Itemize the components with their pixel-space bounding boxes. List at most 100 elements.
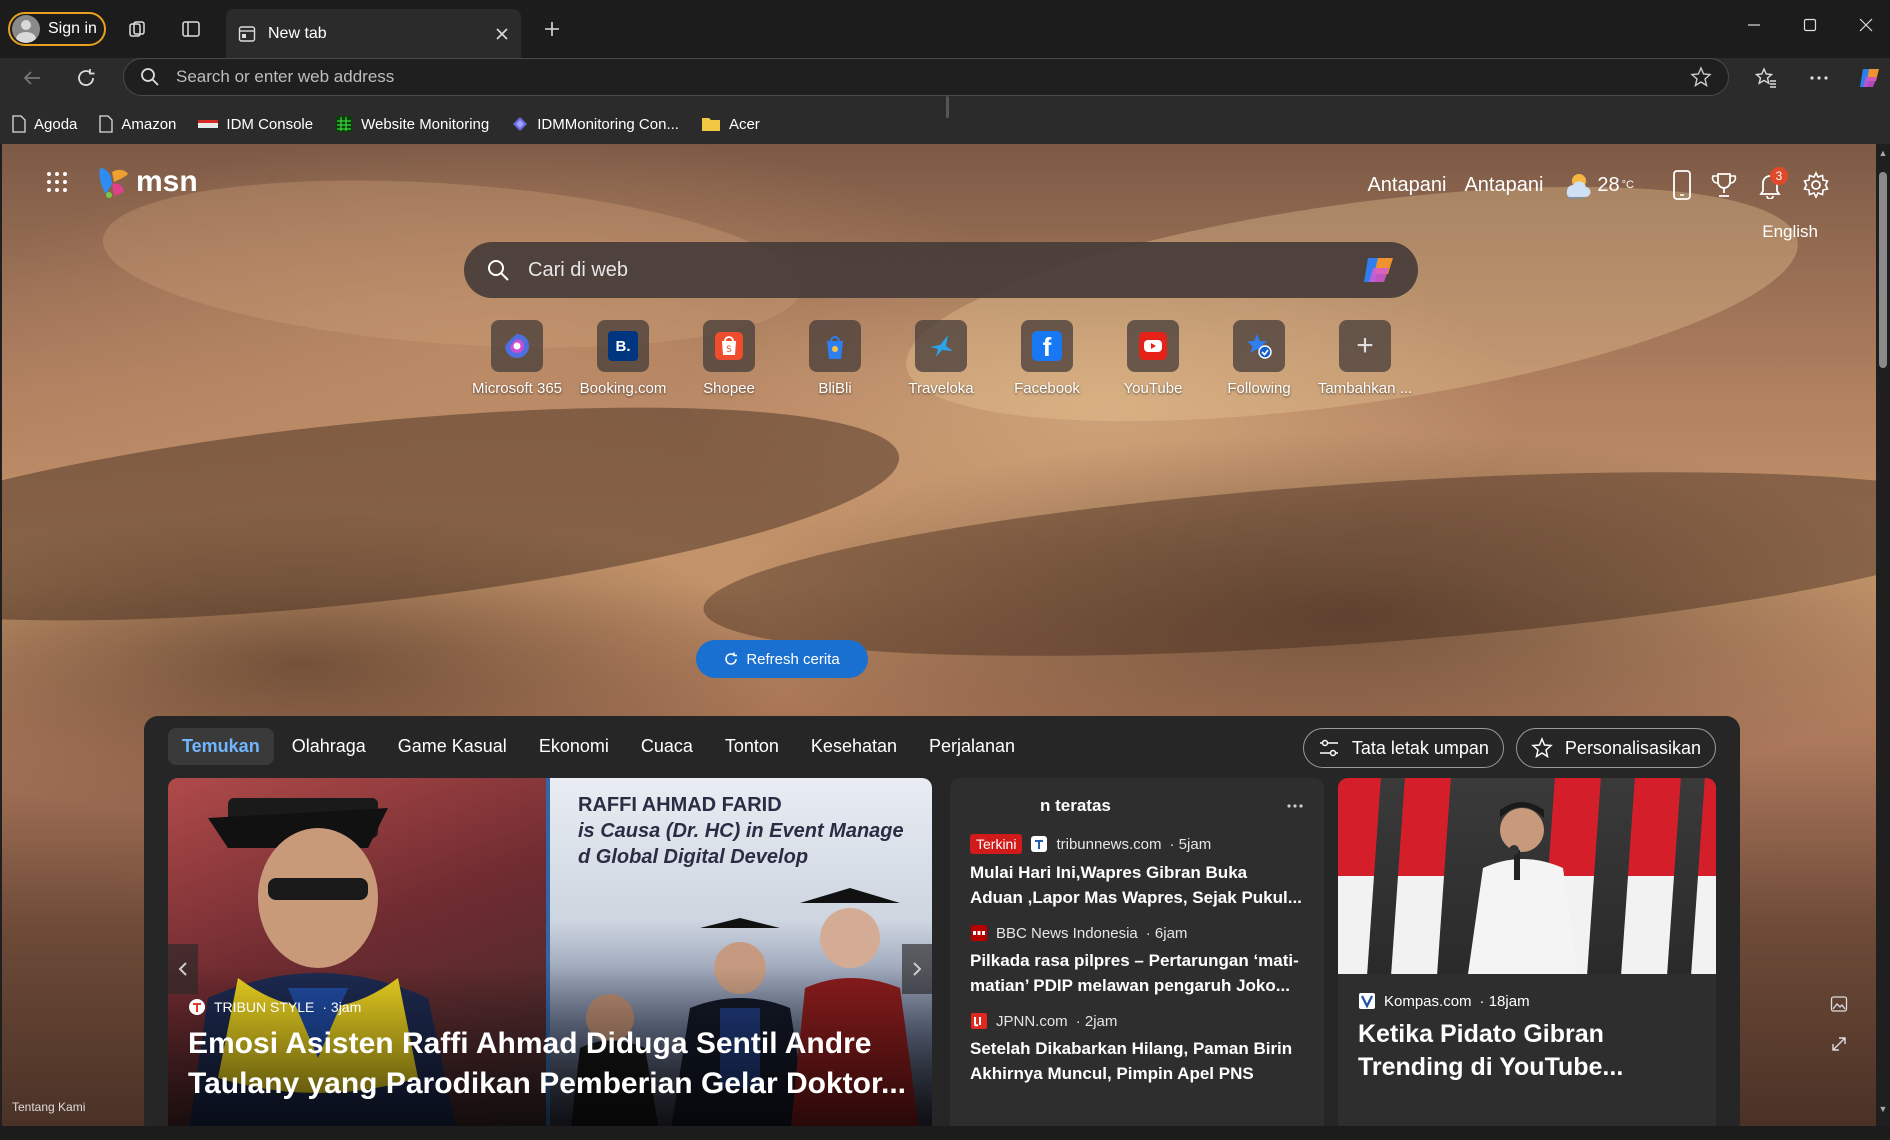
search-placeholder: Cari di web: [528, 258, 629, 281]
favorite-star-icon[interactable]: [1690, 66, 1712, 88]
search-icon: [486, 258, 510, 282]
rewards-trophy-icon[interactable]: [1710, 171, 1738, 199]
close-tab-icon[interactable]: [495, 27, 509, 41]
tab-ekonomi[interactable]: Ekonomi: [525, 728, 623, 765]
feed-layout-label: Tata letak umpan: [1351, 737, 1489, 758]
news-title[interactable]: Mulai Hari Ini,Wapres Gibran Buka Aduan …: [970, 860, 1304, 910]
tab-tonton[interactable]: Tonton: [711, 728, 793, 765]
location-label-secondary[interactable]: Antapani: [1464, 174, 1543, 197]
background-image-icon[interactable]: [1830, 995, 1848, 1013]
temperature-value: 28: [1597, 173, 1620, 196]
about-link[interactable]: Tentang Kami: [12, 1100, 85, 1114]
bookmark-agoda[interactable]: Agoda: [12, 115, 77, 133]
feed-tabs: Temukan Olahraga Game Kasual Ekonomi Cua…: [168, 728, 1029, 765]
more-options-icon[interactable]: [1286, 803, 1304, 809]
quick-link-following[interactable]: Following: [1206, 320, 1312, 397]
location-label[interactable]: Antapani: [1367, 174, 1446, 197]
copilot-icon[interactable]: [1854, 62, 1886, 94]
language-selector[interactable]: English: [1762, 222, 1818, 242]
quick-link-label: BliBli: [818, 380, 852, 397]
quick-link-add[interactable]: + Tambahkan ...: [1312, 320, 1418, 397]
settings-gear-icon[interactable]: [1802, 171, 1830, 199]
msn-logo[interactable]: msn: [96, 164, 198, 200]
following-icon: [1244, 331, 1274, 361]
web-search-box[interactable]: Cari di web: [464, 242, 1418, 298]
youtube-icon: [1137, 330, 1169, 362]
tab-perjalanan[interactable]: Perjalanan: [915, 728, 1029, 765]
sliders-icon: [1318, 738, 1340, 758]
news-title[interactable]: Setelah Dikabarkan Hilang, Paman Birin A…: [970, 1036, 1304, 1086]
news-item[interactable]: BBC News Indonesia · 6jam Pilkada rasa p…: [970, 924, 1304, 998]
tab-new-tab[interactable]: New tab: [226, 9, 521, 58]
tab-olahraga[interactable]: Olahraga: [278, 728, 380, 765]
new-tab-plus-icon[interactable]: [537, 14, 567, 44]
bookmark-amazon[interactable]: Amazon: [99, 115, 176, 133]
news-title[interactable]: Pilkada rasa pilpres – Pertarungan ‘mati…: [970, 948, 1304, 998]
minimize-icon[interactable]: [1732, 8, 1776, 42]
bookmark-acer[interactable]: Acer: [701, 116, 760, 133]
news-item[interactable]: JPNN.com · 2jam Setelah Dikabarkan Hilan…: [970, 1012, 1304, 1086]
quick-link-youtube[interactable]: YouTube: [1100, 320, 1206, 397]
scroll-up-icon[interactable]: ▲: [1878, 148, 1888, 158]
idm-icon: [198, 118, 219, 130]
msn-butterfly-icon: [96, 164, 132, 200]
address-bar[interactable]: Search or enter web address: [123, 58, 1729, 96]
quick-link-booking[interactable]: B. Booking.com: [570, 320, 676, 397]
carousel-prev-icon[interactable]: [168, 944, 198, 994]
app-launcher-icon[interactable]: [46, 171, 68, 193]
hero-source: TRIBUN STYLE · 3jam: [188, 998, 361, 1016]
top-stories-card: n teratas Terkini tribunnews.com · 5jam …: [950, 778, 1324, 1126]
bookmark-label: Website Monitoring: [361, 115, 490, 133]
shopee-icon: S: [713, 330, 745, 362]
copilot-icon[interactable]: [1360, 254, 1398, 286]
side-story-card[interactable]: Kompas.com · 18jam Ketika Pidato Gibran …: [1338, 778, 1716, 1126]
bookmark-website-monitoring[interactable]: Website Monitoring: [335, 115, 489, 133]
carousel-next-icon[interactable]: [902, 944, 932, 994]
news-item[interactable]: Terkini tribunnews.com · 5jam Mulai Hari…: [970, 834, 1304, 910]
favorites-icon[interactable]: [1750, 62, 1782, 94]
personalize-button[interactable]: Personalisasikan: [1515, 728, 1716, 768]
hero-headline[interactable]: Emosi Asisten Raffi Ahmad Diduga Sentil …: [188, 1024, 908, 1104]
scrollbar-thumb[interactable]: [1879, 172, 1887, 368]
feed-layout-button[interactable]: Tata letak umpan: [1302, 728, 1504, 768]
toolbar-divider: [946, 96, 949, 118]
notifications-bell-icon[interactable]: 3: [1756, 167, 1788, 199]
refresh-stories-button[interactable]: Refresh cerita: [696, 640, 868, 678]
close-window-icon[interactable]: [1844, 8, 1888, 42]
maximize-icon[interactable]: [1788, 8, 1832, 42]
quick-links: Microsoft 365 B. Booking.com S Shopee Bl…: [464, 320, 1418, 397]
tab-actions-icon[interactable]: [176, 14, 206, 44]
hero-story-card[interactable]: RAFFI AHMAD FARID is Causa (Dr. HC) in E…: [168, 778, 932, 1126]
scroll-down-icon[interactable]: ▼: [1878, 1104, 1888, 1114]
phone-icon[interactable]: [1672, 170, 1692, 200]
expand-icon[interactable]: [1830, 1035, 1848, 1053]
weather-widget[interactable]: 28 °C: [1561, 171, 1634, 199]
quick-link-shopee[interactable]: S Shopee: [676, 320, 782, 397]
bookmark-label: IDM Console: [226, 115, 314, 133]
bookmarks-bar: Agoda Amazon IDM Console Website Monitor…: [0, 104, 1890, 144]
quick-link-microsoft365[interactable]: Microsoft 365: [464, 320, 570, 397]
tab-game-kasual[interactable]: Game Kasual: [384, 728, 521, 765]
quick-link-blibli[interactable]: BliBli: [782, 320, 888, 397]
hero-time: · 3jam: [322, 999, 362, 1015]
more-options-icon[interactable]: [1803, 62, 1835, 94]
tab-kesehatan[interactable]: Kesehatan: [797, 728, 911, 765]
workspaces-icon[interactable]: [122, 14, 152, 44]
bookmark-idmmonitoring[interactable]: IDMMonitoring Con...: [511, 115, 679, 133]
side-story-title[interactable]: Ketika Pidato Gibran Trending di YouTube…: [1358, 1018, 1698, 1084]
tab-temukan[interactable]: Temukan: [168, 728, 274, 765]
sparkle-star-icon: [1531, 737, 1553, 759]
sign-in-label: Sign in: [48, 20, 97, 37]
page-scrollbar[interactable]: ▲ ▼: [1876, 144, 1890, 1126]
bookmark-idm-console[interactable]: IDM Console: [198, 116, 313, 133]
tab-cuaca[interactable]: Cuaca: [627, 728, 707, 765]
quick-link-facebook[interactable]: f Facebook: [994, 320, 1100, 397]
folder-icon: [701, 116, 721, 132]
sign-in-button[interactable]: Sign in: [8, 12, 106, 46]
facebook-icon: f: [1032, 331, 1062, 361]
new-tab-page-icon: [238, 25, 256, 43]
refresh-icon[interactable]: [70, 62, 102, 94]
bookmark-label: Amazon: [121, 115, 177, 133]
back-icon[interactable]: [16, 62, 48, 94]
quick-link-traveloka[interactable]: Traveloka: [888, 320, 994, 397]
